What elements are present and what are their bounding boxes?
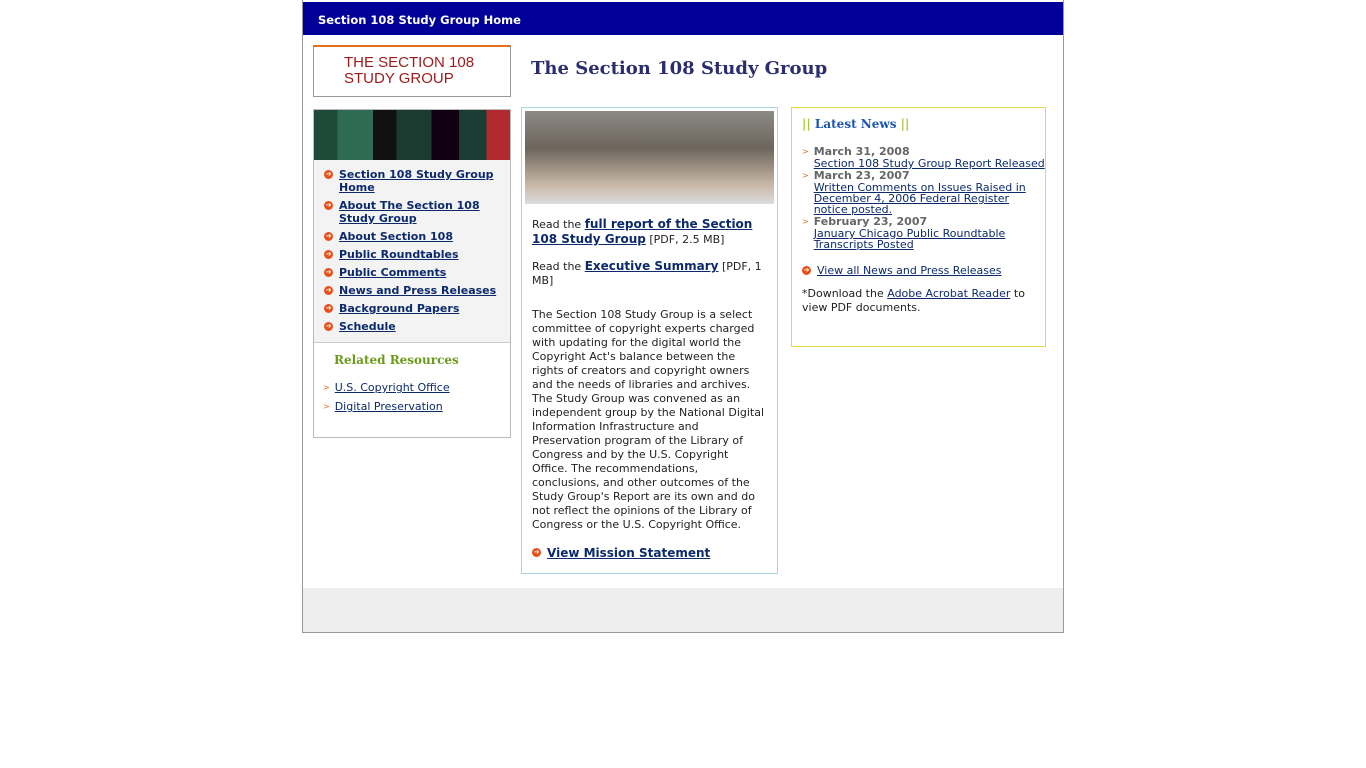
related-link[interactable]: U.S. Copyright Office bbox=[335, 381, 450, 394]
nav-item-papers[interactable]: ➔ Background Papers bbox=[314, 302, 510, 315]
news-item: > March 23, 2007 Written Comments on Issue… bbox=[802, 169, 1045, 215]
nav-item-about-section[interactable]: ➔ About Section 108 bbox=[314, 230, 510, 243]
bullet-icon: > bbox=[802, 217, 809, 226]
arrow-icon: ➔ bbox=[532, 548, 541, 557]
logo[interactable]: THE SECTION 108 STUDY GROUP bbox=[313, 45, 511, 97]
related-item[interactable]: > Digital Preservation bbox=[323, 400, 510, 413]
news-link[interactable]: Written Comments on Issues Raised in Dec… bbox=[814, 182, 1045, 215]
home-link[interactable]: Section 108 Study Group Home bbox=[318, 13, 521, 27]
arrow-icon: ➔ bbox=[324, 201, 333, 210]
mission-statement-link[interactable]: View Mission Statement bbox=[547, 546, 710, 560]
bullet-icon: > bbox=[802, 171, 809, 180]
page-title: The Section 108 Study Group bbox=[531, 58, 828, 79]
news-item: > March 31, 2008 Section 108 Study Group R… bbox=[802, 145, 1045, 169]
arrow-icon: ➔ bbox=[324, 170, 333, 179]
related-link[interactable]: Digital Preservation bbox=[335, 400, 443, 413]
arrow-icon: ➔ bbox=[324, 268, 333, 277]
nav-link[interactable]: About The Section 108 Study Group bbox=[339, 199, 502, 225]
news-item: > February 23, 2007 January Chicago Public… bbox=[802, 215, 1045, 250]
decor: || bbox=[802, 117, 811, 131]
group-photo bbox=[525, 111, 774, 204]
arrow-icon: ➔ bbox=[324, 322, 333, 331]
text: Read the bbox=[532, 218, 585, 231]
nav-link[interactable]: About Section 108 bbox=[339, 230, 453, 243]
related-title: Related Resources bbox=[334, 353, 459, 367]
news-link[interactable]: January Chicago Public Roundtable Transc… bbox=[814, 228, 1045, 250]
news-title: Latest News bbox=[814, 117, 897, 131]
sidebar-nav: ➔ Section 108 Study Group Home ➔ About The… bbox=[314, 160, 510, 343]
bullet-icon: > bbox=[323, 383, 330, 392]
books-image bbox=[314, 110, 510, 160]
nav-item-schedule[interactable]: ➔ Schedule bbox=[314, 320, 510, 333]
arrow-icon: ➔ bbox=[324, 286, 333, 295]
nav-link[interactable]: Schedule bbox=[339, 320, 396, 333]
nav-item-about-group[interactable]: ➔ About The Section 108 Study Group bbox=[314, 199, 510, 225]
executive-summary-link[interactable]: Executive Summary bbox=[585, 259, 719, 273]
nav-item-news[interactable]: ➔ News and Press Releases bbox=[314, 284, 510, 297]
arrow-icon: ➔ bbox=[324, 232, 333, 241]
acrobat-link[interactable]: Adobe Acrobat Reader bbox=[887, 287, 1010, 300]
nav-link[interactable]: Section 108 Study Group Home bbox=[339, 168, 502, 194]
view-all-news-link[interactable]: View all News and Press Releases bbox=[817, 264, 1002, 277]
footer bbox=[303, 588, 1063, 632]
arrow-icon: ➔ bbox=[802, 266, 811, 275]
nav-link[interactable]: Public Comments bbox=[339, 266, 446, 279]
text: Read the bbox=[532, 260, 585, 273]
arrow-icon: ➔ bbox=[324, 250, 333, 259]
text: *Download the bbox=[802, 287, 888, 300]
top-bar: Section 108 Study Group Home bbox=[303, 2, 1063, 35]
sidebar: ➔ Section 108 Study Group Home ➔ About The… bbox=[313, 109, 511, 438]
description: The Section 108 Study Group is a select … bbox=[532, 308, 765, 531]
related-item[interactable]: > U.S. Copyright Office bbox=[323, 381, 510, 394]
related-resources: Related Resources > U.S. Copyright Office… bbox=[314, 353, 510, 413]
decor: || bbox=[900, 117, 910, 131]
nav-link[interactable]: News and Press Releases bbox=[339, 284, 496, 297]
page-container: Section 108 Study Group Home THE SECTION… bbox=[302, 0, 1064, 633]
arrow-icon: ➔ bbox=[324, 304, 333, 313]
bullet-icon: > bbox=[802, 147, 809, 156]
news-link[interactable]: Section 108 Study Group Report Released bbox=[814, 158, 1045, 169]
text: [PDF, 2.5 MB] bbox=[645, 233, 725, 246]
bullet-icon: > bbox=[323, 402, 330, 411]
nav-item-roundtables[interactable]: ➔ Public Roundtables bbox=[314, 248, 510, 261]
main-content: Read the full report of the Section 108 … bbox=[521, 107, 778, 574]
logo-text: THE SECTION 108 STUDY GROUP bbox=[344, 54, 475, 87]
nav-link[interactable]: Public Roundtables bbox=[339, 248, 459, 261]
nav-item-comments[interactable]: ➔ Public Comments bbox=[314, 266, 510, 279]
nav-link[interactable]: Background Papers bbox=[339, 302, 459, 315]
nav-item-home[interactable]: ➔ Section 108 Study Group Home bbox=[314, 168, 510, 194]
latest-news: || Latest News || > March 31, 2008 Section… bbox=[791, 107, 1046, 347]
